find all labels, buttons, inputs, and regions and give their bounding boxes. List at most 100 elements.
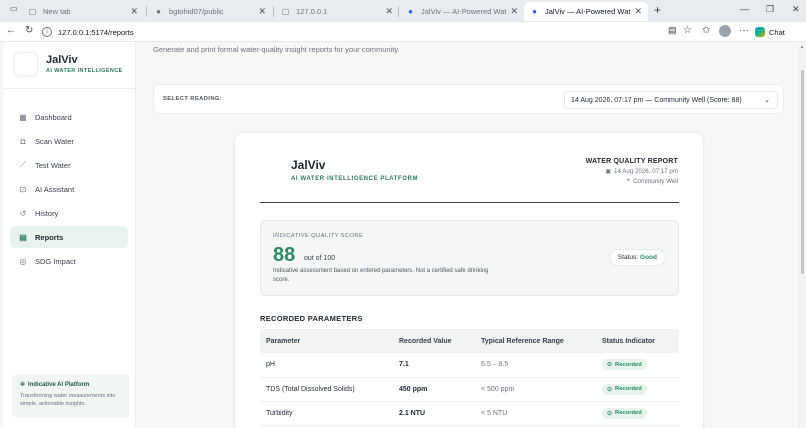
score-value: 88 (273, 244, 296, 266)
bot-icon: ⊡ (19, 184, 27, 194)
scrollbar-thumb[interactable] (801, 70, 804, 274)
table-row: pH 7.1 6.5 – 8.5 ⊙ Recorded (260, 353, 679, 378)
column-header: Typical Reference Range (475, 329, 596, 353)
brand-tagline: AI WATER INTELLIGENCE (46, 68, 123, 74)
new-tab-button[interactable]: + (654, 3, 661, 17)
chat-button[interactable]: Chat (755, 25, 785, 39)
table-row: Turbidity 2.1 NTU < 5 NTU ⊙ Recorded (260, 401, 679, 426)
copilot-icon (755, 27, 765, 37)
score-out-of: out of 100 (304, 255, 336, 262)
more-menu-icon[interactable]: ··· (739, 25, 749, 36)
sidebar-nav: ▦ Dashboard ◘ Scan Water ⟋ Test Water ⊡ … (10, 106, 128, 274)
report-brand-tagline: AI WATER INTELLIGENCE PLATFORM (291, 176, 419, 182)
column-header: Parameter (260, 329, 393, 353)
sparkle-icon: ✲ (20, 382, 26, 388)
main-content: Generate and print formal water-quality … (137, 42, 799, 428)
sidebar-item-sdg-impact[interactable]: ◎ SDG Impact (10, 250, 128, 272)
param-name: pH (260, 353, 393, 378)
scroll-up-icon[interactable]: ▲ (800, 44, 804, 49)
browser-tab-active[interactable]: ● JalViv — AI-Powered Water Intellig ✕ (524, 2, 648, 21)
report-divider (260, 202, 679, 203)
quality-score-card: INDICATIVE QUALITY SCORE 88 out of 100 I… (260, 220, 679, 296)
camera-icon: ◘ (20, 136, 26, 146)
status-indicator: ⊙ Recorded (602, 359, 647, 371)
param-value: 450 ppm (393, 377, 475, 402)
chevron-down-icon: ⌄ (764, 97, 770, 104)
status-badge: Status: Good (608, 249, 666, 266)
selected-reading: 14 Aug 2026, 07:17 pm — Community Well (… (571, 96, 742, 104)
close-icon[interactable]: ✕ (130, 6, 138, 17)
tab-list-icon[interactable]: ▭ (10, 4, 18, 13)
site-info-icon[interactable]: i (42, 27, 52, 37)
sidebar-divider (4, 88, 135, 89)
platform-info-description: Transforming water measurements into sim… (20, 393, 116, 408)
sidebar-item-test-water[interactable]: ⟋ Test Water (10, 154, 128, 176)
page-icon: ▢ (28, 7, 37, 16)
browser-tab[interactable]: ▢ New tab ✕ (22, 2, 144, 21)
browser-tabstrip: ▭ ▢ New tab ✕ ● bgtohid07/public ✕ ▢ 127… (0, 0, 806, 22)
star-icon[interactable]: ☆ (683, 25, 692, 36)
sidebar: JalViv AI WATER INTELLIGENCE ▦ Dashboard… (4, 42, 136, 428)
param-value: 7.1 (393, 353, 475, 378)
back-icon[interactable]: ← (6, 25, 16, 36)
page-subtitle: Generate and print formal water-quality … (153, 45, 400, 54)
minimize-icon[interactable]: — (740, 4, 749, 14)
report-brand-name: JalViv (291, 158, 326, 172)
profile-avatar[interactable] (719, 25, 731, 37)
browser-tab[interactable]: ● bgtohid07/public ✕ (148, 2, 272, 21)
score-label: INDICATIVE QUALITY SCORE (273, 233, 364, 239)
brand-name: JalViv (46, 54, 78, 66)
sidebar-item-reports[interactable]: ▤ Reports (10, 226, 128, 248)
param-range: < 5 NTU (475, 401, 596, 426)
table-row: TDS (Total Dissolved Solids) 450 ppm < 5… (260, 377, 679, 402)
pipette-icon: ⟋ (20, 160, 26, 169)
reading-select[interactable]: 14 Aug 2026, 07:17 pm — Community Well (… (564, 91, 778, 109)
check-circle-icon: ⊙ (607, 410, 613, 417)
check-circle-icon: ⊙ (607, 362, 613, 369)
calendar-icon: ▣ (605, 169, 611, 175)
grid-icon: ▦ (19, 112, 27, 122)
close-icon[interactable]: ✕ (510, 6, 518, 17)
favorites-icon[interactable]: ✩ (702, 25, 710, 36)
column-header: Status Indicator (596, 329, 679, 353)
browser-tab[interactable]: ▢ 127.0.0.1 ✕ (275, 2, 399, 21)
history-icon: ↺ (19, 208, 27, 218)
sidebar-item-dashboard[interactable]: ▦ Dashboard (10, 106, 128, 128)
status-value: Good (640, 254, 657, 261)
param-name: TDS (Total Dissolved Solids) (260, 377, 393, 402)
table-header-row: Parameter Recorded Value Typical Referen… (260, 329, 679, 353)
browser-tab[interactable]: ● JalViv — AI-Powered Water Intellig ✕ (400, 2, 524, 21)
close-icon[interactable]: ✕ (385, 6, 393, 17)
reader-icon[interactable]: ▤ (668, 25, 677, 36)
platform-info-title: Indicative AI Platform (28, 381, 90, 388)
tab-separator (398, 6, 399, 17)
close-icon[interactable]: ✕ (258, 6, 266, 17)
water-drop-icon: ● (532, 7, 537, 16)
score-note: Indicative assessment based on entered p… (273, 268, 489, 283)
maximize-icon[interactable]: ❐ (766, 4, 774, 15)
status-indicator: ⊙ Recorded (602, 407, 647, 419)
sidebar-item-ai-assistant[interactable]: ⊡ AI Assistant (10, 178, 128, 200)
brand-logo (14, 52, 38, 76)
report-date: 14 Aug 2026, 07:17 pm (614, 168, 678, 175)
report-header-meta: WATER QUALITY REPORT ▣ 14 Aug 2026, 07:1… (586, 158, 678, 185)
tab-separator (146, 6, 147, 17)
window-close-icon[interactable]: ✕ (792, 4, 800, 15)
brand[interactable]: JalViv AI WATER INTELLIGENCE (14, 52, 123, 76)
param-range: < 500 ppm (475, 377, 596, 402)
app-root: JalViv AI WATER INTELLIGENCE ▦ Dashboard… (0, 42, 806, 428)
param-range: 6.5 – 8.5 (475, 353, 596, 378)
report-title: WATER QUALITY REPORT (585, 158, 678, 165)
sidebar-item-scan-water[interactable]: ◘ Scan Water (10, 130, 128, 152)
param-name: Turbidity (260, 401, 393, 426)
url-text: 127.0.0.1:5174/reports (58, 27, 134, 37)
report-document: JalViv AI WATER INTELLIGENCE PLATFORM WA… (234, 132, 704, 428)
address-bar[interactable]: i 127.0.0.1:5174/reports (42, 24, 700, 40)
report-brand: JalViv AI WATER INTELLIGENCE PLATFORM (291, 158, 418, 182)
close-icon[interactable]: ✕ (634, 6, 642, 17)
location-pin-icon: ⌖ (626, 178, 631, 184)
report-location: Community Well (633, 178, 678, 185)
reload-icon[interactable]: ↻ (25, 25, 33, 36)
browser-toolbar: ← ↻ i 127.0.0.1:5174/reports ▤ ☆ ✩ ··· C… (0, 22, 806, 42)
sidebar-item-history[interactable]: ↺ History (10, 202, 128, 224)
